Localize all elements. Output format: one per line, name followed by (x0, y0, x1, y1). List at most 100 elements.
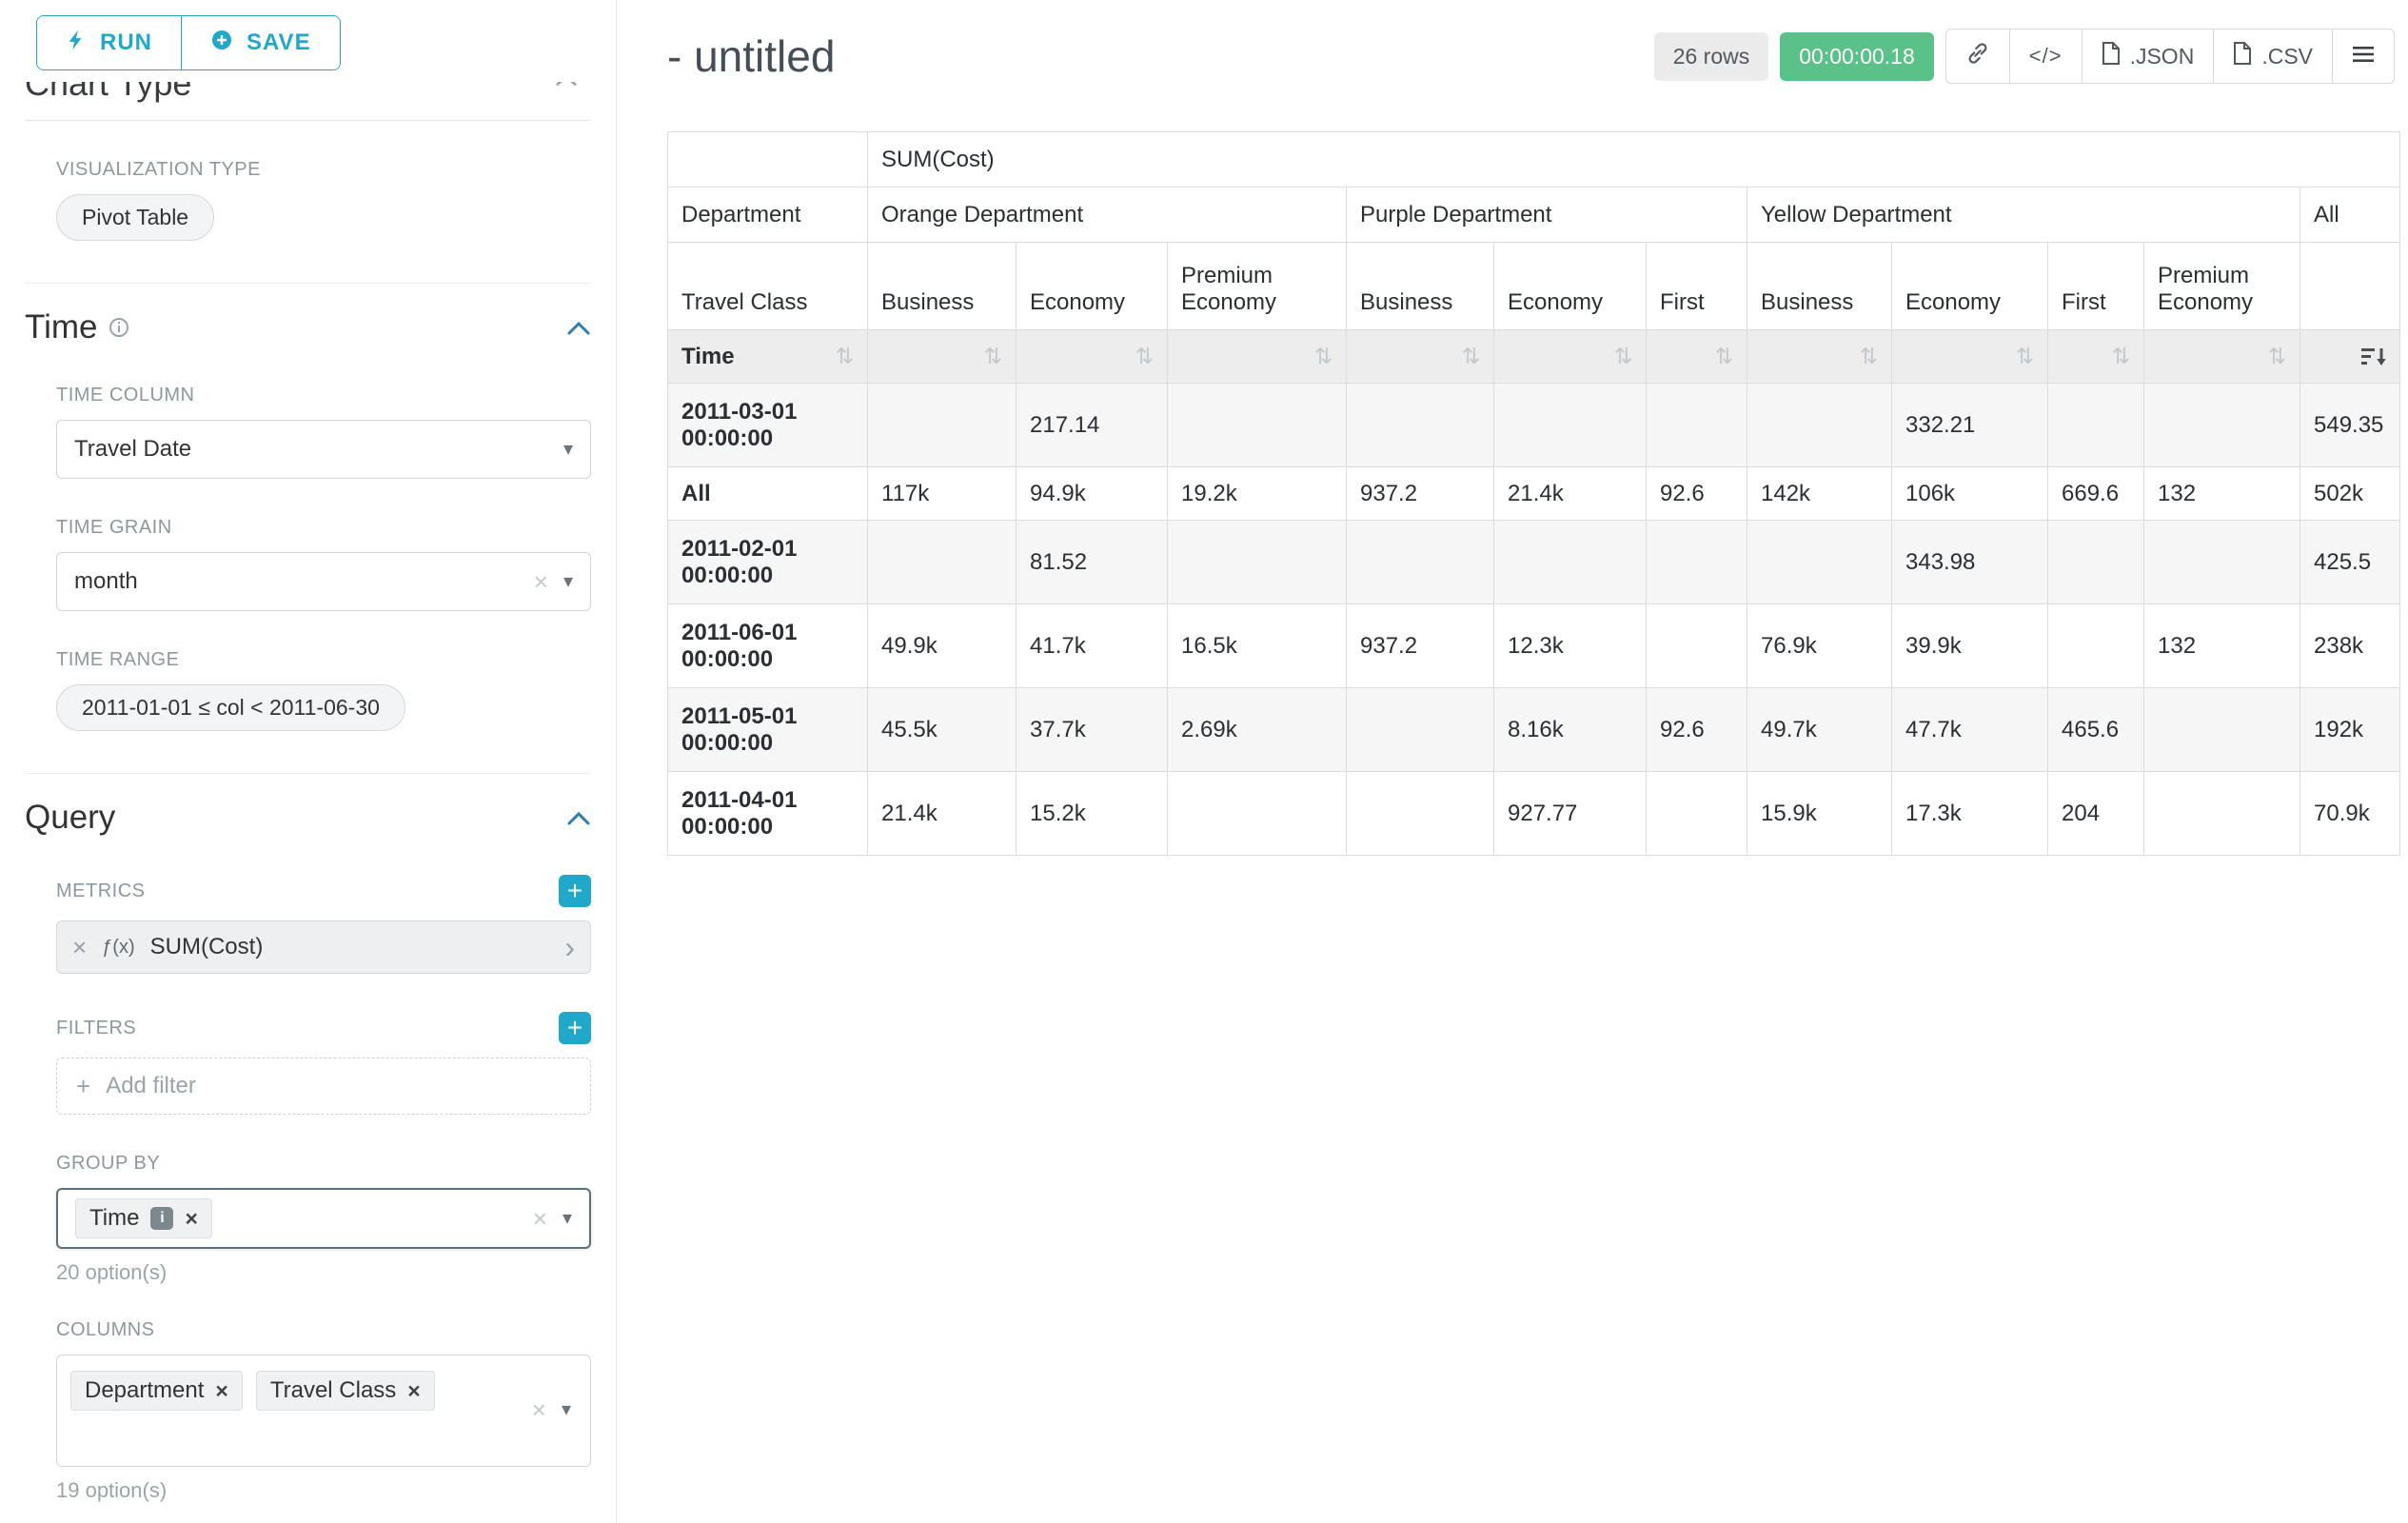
run-button[interactable]: RUN (37, 16, 181, 69)
metric-chip[interactable]: × ƒ(x) SUM(Cost) › (56, 920, 591, 974)
chevron-down-icon[interactable]: ▾ (562, 1400, 571, 1419)
chevron-down-icon[interactable]: ▾ (563, 440, 573, 459)
pivot-cell: 37.7k (1016, 688, 1168, 772)
add-metric-button[interactable]: + (559, 875, 591, 907)
metrics-label: METRICS (56, 880, 146, 902)
visualization-type-value[interactable]: Pivot Table (56, 194, 214, 241)
chevron-up-icon[interactable] (566, 810, 591, 826)
travel-class-cell: Business (1747, 243, 1892, 330)
time-range-value[interactable]: 2011-01-01 ≤ col < 2011-06-30 (56, 684, 405, 731)
column-sort-header[interactable]: ⇅ (1168, 330, 1347, 384)
pivot-cell (1347, 688, 1494, 772)
chart-title[interactable]: - untitled (667, 30, 835, 82)
pivot-cell (2048, 384, 2144, 467)
remove-chip-icon[interactable]: × (185, 1208, 197, 1230)
run-save-button-group: RUN SAVE (36, 15, 341, 70)
sort-icon[interactable]: ⇅ (1135, 346, 1154, 367)
column-sort-header[interactable]: ⇅ (1747, 330, 1892, 384)
add-filter-dropzone[interactable]: + Add filter (56, 1058, 591, 1115)
pivot-cell: 142k (1747, 467, 1892, 521)
clear-icon[interactable]: × (534, 569, 548, 594)
query-section-header[interactable]: Query (25, 799, 591, 837)
pivot-cell (1647, 521, 1747, 604)
add-filter-button[interactable]: + (559, 1012, 591, 1044)
column-sort-header[interactable]: ⇅ (2144, 330, 2300, 384)
sort-icon[interactable]: ⇅ (2268, 346, 2286, 367)
sort-icon[interactable]: ⇅ (1614, 346, 1632, 367)
remove-metric-icon[interactable]: × (72, 935, 87, 959)
columns-chip[interactable]: Travel Class × (256, 1371, 435, 1411)
column-sort-header[interactable]: ⇅ (1647, 330, 1747, 384)
time-column-select[interactable]: Travel Date ▾ (56, 420, 591, 479)
sort-icon[interactable]: ⇅ (1314, 346, 1332, 367)
save-button[interactable]: SAVE (181, 16, 340, 69)
sort-icon[interactable]: ⇅ (2112, 346, 2130, 367)
export-csv-button[interactable]: .CSV (2213, 29, 2333, 84)
remove-chip-icon[interactable]: × (215, 1380, 227, 1402)
sort-icon[interactable]: ⇅ (2016, 346, 2034, 367)
pivot-cell: 217.14 (1016, 384, 1168, 467)
table-row: 2011-02-01 00:00:0081.52343.98425.5 (668, 521, 2400, 604)
columns-select[interactable]: Department × Travel Class × × ▾ (56, 1355, 591, 1467)
group-by-select[interactable]: Time i × × ▾ (56, 1188, 591, 1249)
metric-chip-label: SUM(Cost) (150, 934, 264, 960)
columns-chip[interactable]: Department × (70, 1371, 243, 1411)
column-sort-header[interactable] (2300, 330, 2400, 384)
chevron-down-icon[interactable]: ▾ (563, 572, 573, 591)
column-sort-header[interactable]: ⇅ (1892, 330, 2048, 384)
pivot-cell (2144, 384, 2300, 467)
time-grain-value: month (74, 568, 138, 595)
pivot-cell: 669.6 (2048, 467, 2144, 521)
sort-icon[interactable]: ⇅ (1715, 346, 1733, 367)
column-sort-header[interactable]: ⇅ (1016, 330, 1168, 384)
pivot-cell (2144, 772, 2300, 856)
travel-class-cell: Economy (1016, 243, 1168, 330)
sort-desc-icon[interactable] (2360, 346, 2386, 368)
info-icon: i (150, 1207, 173, 1230)
column-sort-header[interactable]: ⇅ (1347, 330, 1494, 384)
chevron-right-icon[interactable]: › (564, 932, 575, 962)
columns-label: COLUMNS (56, 1319, 591, 1341)
pivot-cell: 332.21 (1892, 384, 2048, 467)
pivot-cell (1747, 521, 1892, 604)
column-sort-header[interactable]: ⇅ (1494, 330, 1647, 384)
pivot-cell: 92.6 (1647, 467, 1747, 521)
sort-icon[interactable]: ⇅ (984, 346, 1002, 367)
sort-icon[interactable]: ⇅ (1462, 346, 1480, 367)
divider (25, 283, 591, 284)
time-sort-header[interactable]: Time⇅ (668, 330, 868, 384)
pivot-cell (868, 521, 1016, 604)
more-menu-button[interactable] (2332, 29, 2395, 84)
chevron-up-icon[interactable] (566, 320, 591, 336)
pivot-cell: 343.98 (1892, 521, 2048, 604)
sort-icon[interactable]: ⇅ (836, 346, 854, 367)
columns-chip-label: Travel Class (270, 1377, 396, 1404)
column-sort-header[interactable]: ⇅ (868, 330, 1016, 384)
plus-icon: + (76, 1074, 90, 1098)
chart-type-heading: Chart Type (25, 82, 591, 105)
sort-icon[interactable]: ⇅ (1860, 346, 1878, 367)
file-icon (2102, 42, 2121, 70)
time-grain-select[interactable]: month × ▾ (56, 552, 591, 611)
export-json-button[interactable]: .JSON (2082, 29, 2215, 84)
time-column-value: Travel Date (74, 436, 191, 463)
row-count-badge: 26 rows (1654, 32, 1769, 81)
remove-chip-icon[interactable]: × (407, 1380, 420, 1402)
share-link-button[interactable] (1945, 29, 2010, 84)
control-panel: RUN SAVE Chart Type VISUALIZATION TYPE P… (0, 0, 617, 1523)
column-sort-header[interactable]: ⇅ (2048, 330, 2144, 384)
pivot-cell (1647, 772, 1747, 856)
group-by-chip[interactable]: Time i × (75, 1198, 212, 1238)
clear-icon[interactable]: × (532, 1397, 546, 1422)
chevron-down-icon[interactable]: ▾ (563, 1209, 572, 1228)
run-button-label: RUN (100, 30, 152, 56)
time-section-header[interactable]: Time (25, 308, 591, 346)
travel-class-cell: First (1647, 243, 1747, 330)
pivot-cell (1494, 384, 1647, 467)
view-query-button[interactable]: </> (2009, 29, 2082, 84)
chart-type-section: Chart Type (25, 82, 591, 110)
row-header: 2011-04-01 00:00:00 (668, 772, 868, 856)
chevron-up-icon[interactable] (555, 82, 578, 92)
clear-icon[interactable]: × (533, 1206, 547, 1231)
pivot-cell: 19.2k (1168, 467, 1347, 521)
